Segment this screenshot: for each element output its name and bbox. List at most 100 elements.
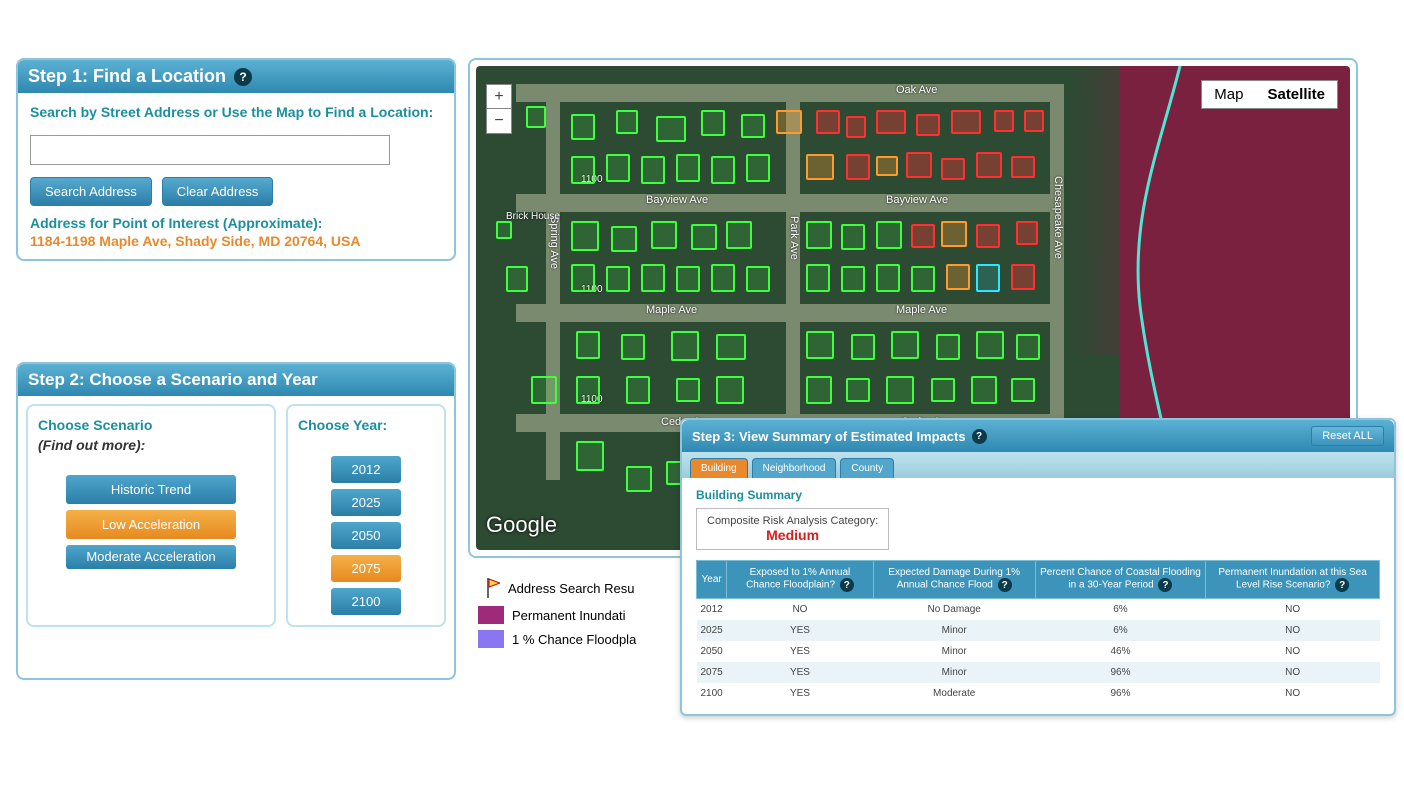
table-row: 2100 YES Moderate 96% NO: [697, 683, 1380, 704]
building-outline: [671, 331, 699, 361]
building-outline: [496, 221, 512, 239]
step1-header: Step 1: Find a Location ?: [18, 60, 454, 93]
year-subpanel: Choose Year: 2012 2025 2050 2075 2100: [286, 404, 446, 627]
summary-table: Year Exposed to 1% Annual Chance Floodpl…: [696, 560, 1380, 704]
year-label: Choose Year:: [298, 416, 434, 436]
reset-all-button[interactable]: Reset ALL: [1311, 426, 1384, 446]
building-outline: [526, 106, 546, 128]
building-outline: [976, 331, 1004, 359]
label-maple1: Maple Ave: [646, 304, 697, 316]
building-outline: [876, 156, 898, 176]
building-outline: [571, 114, 595, 140]
building-outline: [711, 264, 735, 292]
step3-tabs: Building Neighborhood County: [682, 452, 1394, 478]
help-icon[interactable]: ?: [998, 578, 1012, 592]
year-2050[interactable]: 2050: [331, 522, 401, 549]
building-outline: [701, 110, 725, 136]
building-outline: [621, 334, 645, 360]
building-outline: [841, 224, 865, 250]
th-year: Year: [697, 561, 727, 599]
table-row: 2025 YES Minor 6% NO: [697, 620, 1380, 641]
building-outline: [571, 156, 595, 184]
building-outline: [946, 264, 970, 290]
year-list: 2012 2025 2050 2075 2100: [298, 456, 434, 615]
year-2012[interactable]: 2012: [331, 456, 401, 483]
tab-building[interactable]: Building: [690, 458, 748, 478]
year-2025[interactable]: 2025: [331, 489, 401, 516]
building-outline: [951, 110, 981, 134]
zoom-out-button[interactable]: −: [487, 109, 511, 133]
building-outline: [1016, 334, 1040, 360]
building-outline: [1011, 156, 1035, 178]
building-outline: [1016, 221, 1038, 245]
clear-address-button[interactable]: Clear Address: [162, 177, 274, 206]
building-outline: [576, 441, 604, 471]
building-outline: [806, 264, 830, 292]
scenario-help: (Find out more):: [38, 436, 264, 456]
building-outline: [1011, 378, 1035, 402]
map-attribution: Google: [486, 512, 557, 538]
building-outline: [911, 266, 935, 292]
building-outline: [971, 376, 997, 404]
tab-neighborhood[interactable]: Neighborhood: [752, 458, 837, 478]
poi-value: 1184-1198 Maple Ave, Shady Side, MD 2076…: [30, 233, 442, 249]
building-outline: [711, 156, 735, 184]
building-outline: [806, 331, 834, 359]
table-row: 2012 NO No Damage 6% NO: [697, 599, 1380, 621]
map-type-map[interactable]: Map: [1202, 81, 1255, 108]
risk-category-box: Composite Risk Analysis Category: Medium: [696, 508, 889, 550]
building-outline: [726, 221, 752, 249]
step2-title: Step 2: Choose a Scenario and Year: [28, 370, 318, 390]
building-outline: [886, 376, 914, 404]
scenario-moderate-acceleration[interactable]: Moderate Acceleration: [66, 545, 236, 569]
year-2100[interactable]: 2100: [331, 588, 401, 615]
scenario-label: Choose Scenario: [38, 416, 264, 436]
label-spring: Spring Ave: [548, 216, 560, 269]
building-outline: [906, 152, 932, 178]
label-brick: Brick House: [506, 211, 560, 222]
building-outline: [676, 266, 700, 292]
building-outline: [651, 221, 677, 249]
building-outline: [931, 378, 955, 402]
scenario-low-acceleration[interactable]: Low Acceleration: [66, 510, 236, 539]
building-outline: [876, 221, 902, 249]
building-outline: [806, 221, 832, 249]
map-type-satellite[interactable]: Satellite: [1255, 81, 1337, 108]
building-outline: [616, 110, 638, 134]
th-exposed: Exposed to 1% Annual Chance Floodplain? …: [727, 561, 873, 599]
building-outline: [611, 226, 637, 252]
zoom-in-button[interactable]: +: [487, 85, 511, 109]
building-outline: [606, 154, 630, 182]
building-outline: [841, 266, 865, 292]
building-outline: [976, 264, 1000, 292]
building-summary-title: Building Summary: [696, 488, 1380, 502]
building-outline: [606, 266, 630, 292]
building-outline: [876, 110, 906, 134]
building-outline: [846, 378, 870, 402]
building-outline: [776, 110, 802, 134]
help-icon[interactable]: ?: [1335, 578, 1349, 592]
building-outline: [891, 331, 919, 359]
address-input[interactable]: [30, 135, 390, 165]
road-oak: [516, 84, 1050, 102]
building-outline: [846, 154, 870, 180]
tab-county[interactable]: County: [840, 458, 894, 478]
building-outline: [571, 264, 595, 292]
map-legend: Address Search Resu Permanent Inundati 1…: [478, 570, 678, 654]
road-bayview: [516, 194, 1050, 212]
building-outline: [876, 264, 900, 292]
building-outline: [506, 266, 528, 292]
legend-1pct-label: 1 % Chance Floodpla: [512, 632, 636, 647]
help-icon[interactable]: ?: [234, 68, 252, 86]
scenario-historic-trend[interactable]: Historic Trend: [66, 475, 236, 504]
th-coastal: Percent Chance of Coastal Flooding in a …: [1035, 561, 1205, 599]
search-address-button[interactable]: Search Address: [30, 177, 152, 206]
help-icon[interactable]: ?: [1158, 578, 1172, 592]
year-2075[interactable]: 2075: [331, 555, 401, 582]
building-outline: [976, 152, 1002, 178]
legend-swatch-permanent: [478, 606, 504, 624]
flag-icon: [478, 576, 500, 600]
legend-address-label: Address Search Resu: [508, 581, 634, 596]
help-icon[interactable]: ?: [972, 429, 987, 444]
help-icon[interactable]: ?: [840, 578, 854, 592]
